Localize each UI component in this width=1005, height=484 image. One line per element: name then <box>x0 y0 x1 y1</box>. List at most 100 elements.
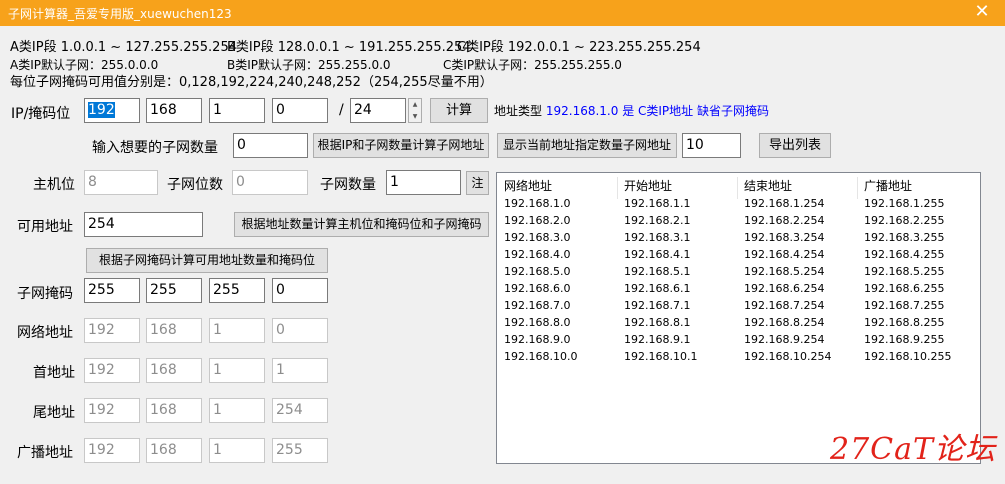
calc-by-ip-and-count-button[interactable]: 根据IP和子网数量计算子网地址 <box>313 133 489 158</box>
cell-network: 192.168.3.0 <box>504 231 571 244</box>
table-row[interactable]: 192.168.3.0 192.168.3.1 192.168.3.254 192.1… <box>497 230 980 247</box>
cell-start: 192.168.2.1 <box>624 214 691 227</box>
cell-end: 192.168.6.254 <box>744 282 825 295</box>
usable-addresses-label: 可用地址 <box>17 219 73 235</box>
ip-octet-4-input[interactable]: 0 <box>272 98 328 123</box>
cell-broadcast: 192.168.10.255 <box>864 350 952 363</box>
prefix-length-input[interactable]: 24 <box>350 98 406 123</box>
spin-up-icon[interactable]: ▲ <box>409 99 421 111</box>
column-header-broadcast[interactable]: 广播地址 <box>864 177 912 194</box>
cell-start: 192.168.7.1 <box>624 299 691 312</box>
last-octet-3-field: 1 <box>209 398 265 423</box>
address-type-info: 地址类型 192.168.1.0 是 C类IP地址 缺省子网掩码 <box>494 102 769 119</box>
cell-network: 192.168.10.0 <box>504 350 578 363</box>
broadcast-address-label: 广播地址 <box>17 445 73 461</box>
table-row[interactable]: 192.168.7.0 192.168.7.1 192.168.7.254 192.1… <box>497 298 980 315</box>
cell-end: 192.168.2.254 <box>744 214 825 227</box>
cell-end: 192.168.9.254 <box>744 333 825 346</box>
first-octet-3-field: 1 <box>209 358 265 383</box>
table-row[interactable]: 192.168.4.0 192.168.4.1 192.168.4.254 192.1… <box>497 247 980 264</box>
host-bits-field: 8 <box>84 170 158 195</box>
last-address-label: 尾地址 <box>33 405 75 421</box>
cell-start: 192.168.4.1 <box>624 248 691 261</box>
cell-network: 192.168.7.0 <box>504 299 571 312</box>
subnet-count-input[interactable]: 0 <box>233 133 308 158</box>
class-b-range-text: B类IP段 128.0.0.1 ~ 191.255.255.254 <box>227 40 471 55</box>
display-count-input[interactable]: 10 <box>682 133 741 158</box>
cell-network: 192.168.1.0 <box>504 197 571 210</box>
calculate-button[interactable]: 计算 <box>430 98 488 123</box>
ip-octet-3-input[interactable]: 1 <box>209 98 265 123</box>
broadcast-octet-4-field: 255 <box>272 438 328 463</box>
cell-broadcast: 192.168.7.255 <box>864 299 945 312</box>
column-header-end[interactable]: 结束地址 <box>744 177 792 194</box>
cell-network: 192.168.2.0 <box>504 214 571 227</box>
note-button[interactable]: 注 <box>466 171 489 195</box>
cell-end: 192.168.8.254 <box>744 316 825 329</box>
broadcast-octet-1-field: 192 <box>84 438 140 463</box>
mask-octet-4-input[interactable]: 0 <box>272 278 328 303</box>
table-row[interactable]: 192.168.6.0 192.168.6.1 192.168.6.254 192.1… <box>497 281 980 298</box>
last-octet-4-field: 254 <box>272 398 328 423</box>
column-header-start[interactable]: 开始地址 <box>624 177 672 194</box>
calc-by-address-count-button[interactable]: 根据地址数量计算主机位和掩码位和子网掩码 <box>234 212 489 237</box>
cell-end: 192.168.3.254 <box>744 231 825 244</box>
cell-end: 192.168.1.254 <box>744 197 825 210</box>
close-button[interactable]: ✕ <box>967 1 997 23</box>
network-octet-4-field: 0 <box>272 318 328 343</box>
table-row[interactable]: 192.168.9.0 192.168.9.1 192.168.9.254 192.1… <box>497 332 980 349</box>
table-row[interactable]: 192.168.5.0 192.168.5.1 192.168.5.254 192.1… <box>497 264 980 281</box>
cell-start: 192.168.3.1 <box>624 231 691 244</box>
subnet-count-label: 输入想要的子网数量 <box>92 140 218 156</box>
table-row[interactable]: 192.168.10.0 192.168.10.1 192.168.10.254 19… <box>497 349 980 366</box>
address-type-class: 是 C类IP地址 <box>622 104 694 118</box>
calc-by-mask-button[interactable]: 根据子网掩码计算可用地址数量和掩码位 <box>86 248 328 273</box>
export-list-button[interactable]: 导出列表 <box>759 133 831 158</box>
ip-octet-2-input[interactable]: 168 <box>146 98 202 123</box>
subnet-mask-label: 子网掩码 <box>17 286 73 302</box>
prefix-slash: / <box>339 102 344 118</box>
network-octet-3-field: 1 <box>209 318 265 343</box>
network-octet-2-field: 168 <box>146 318 202 343</box>
table-row[interactable]: 192.168.2.0 192.168.2.1 192.168.2.254 192.1… <box>497 213 980 230</box>
broadcast-octet-3-field: 1 <box>209 438 265 463</box>
first-octet-4-field: 1 <box>272 358 328 383</box>
cell-broadcast: 192.168.2.255 <box>864 214 945 227</box>
cell-network: 192.168.6.0 <box>504 282 571 295</box>
cell-broadcast: 192.168.6.255 <box>864 282 945 295</box>
class-a-range-text: A类IP段 1.0.0.1 ~ 127.255.255.254 <box>10 40 237 55</box>
mask-octet-2-input[interactable]: 255 <box>146 278 202 303</box>
table-row[interactable]: 192.168.8.0 192.168.8.1 192.168.8.254 192.1… <box>497 315 980 332</box>
ip-octet-1-input[interactable]: 192 <box>84 98 140 123</box>
mask-octet-3-input[interactable]: 255 <box>209 278 265 303</box>
subnet-bits-field: 0 <box>232 170 308 195</box>
mask-octet-1-input[interactable]: 255 <box>84 278 140 303</box>
subnet-count-result-label: 子网数量 <box>320 177 376 193</box>
network-address-label: 网络地址 <box>17 325 73 341</box>
cell-broadcast: 192.168.9.255 <box>864 333 945 346</box>
cell-network: 192.168.4.0 <box>504 248 571 261</box>
cell-network: 192.168.9.0 <box>504 333 571 346</box>
cell-start: 192.168.5.1 <box>624 265 691 278</box>
cell-broadcast: 192.168.8.255 <box>864 316 945 329</box>
cell-end: 192.168.10.254 <box>744 350 832 363</box>
address-type-label: 地址类型 <box>494 104 543 118</box>
subnet-list[interactable]: 网络地址 开始地址 结束地址 广播地址 192.168.1.0 192.168.1… <box>496 172 981 464</box>
address-type-ip: 192.168.1.0 <box>545 104 619 118</box>
first-octet-1-field: 192 <box>84 358 140 383</box>
subnet-count-result-field[interactable]: 1 <box>386 170 461 195</box>
ip-octet-1-value: 192 <box>88 102 115 118</box>
last-octet-1-field: 192 <box>84 398 140 423</box>
first-address-label: 首地址 <box>33 365 75 381</box>
table-row[interactable]: 192.168.1.0 192.168.1.1 192.168.1.254 192.1… <box>497 196 980 213</box>
prefix-spinner[interactable]: ▲ ▼ <box>408 98 422 123</box>
column-header-network[interactable]: 网络地址 <box>504 177 552 194</box>
first-octet-2-field: 168 <box>146 358 202 383</box>
usable-addresses-input[interactable]: 254 <box>84 212 203 237</box>
forum-watermark: 27CaT论坛 <box>830 432 997 467</box>
cell-network: 192.168.5.0 <box>504 265 571 278</box>
spin-down-icon[interactable]: ▼ <box>409 111 421 123</box>
show-subnets-button[interactable]: 显示当前地址指定数量子网地址 <box>497 133 677 158</box>
cell-start: 192.168.10.1 <box>624 350 698 363</box>
cell-broadcast: 192.168.4.255 <box>864 248 945 261</box>
